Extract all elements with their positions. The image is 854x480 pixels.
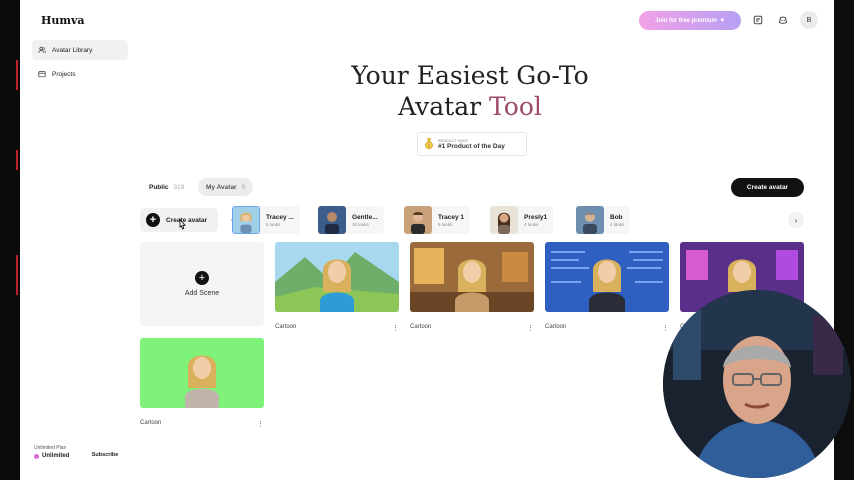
sidebar: Humva Avatar Library Projects Unlimited …: [20, 0, 130, 480]
scene-label: Cartoon: [140, 420, 162, 426]
sidebar-item-label: Avatar Library: [52, 46, 93, 54]
hero-line-2-accent: Tool: [489, 92, 542, 121]
scene-card[interactable]: Cartoon ⋮: [545, 242, 669, 332]
tab-public[interactable]: Public 319: [141, 178, 192, 196]
plan-dot-icon: [34, 453, 39, 459]
avatar-thumbnail: [318, 206, 346, 234]
scene-label: Cartoon: [545, 324, 567, 330]
subscribe-button[interactable]: Subscribe: [84, 448, 126, 462]
plan-title: Unlimited Plan: [34, 445, 67, 451]
discord-icon[interactable]: [776, 13, 790, 27]
tab-count: 9: [241, 183, 246, 191]
avatar-looks: 5 looks: [438, 221, 453, 227]
avatar-looks: 5 looks: [266, 221, 281, 227]
scene-label: Cartoon: [275, 324, 297, 330]
plus-icon: +: [195, 271, 209, 285]
avatar-thumbnail: [232, 206, 260, 234]
more-options-icon[interactable]: ⋮: [662, 324, 669, 332]
plan-info: Unlimited Plan Unlimited: [34, 445, 69, 459]
scene-card[interactable]: Cartoon ⋮: [140, 338, 264, 428]
avatar-item[interactable]: Tracey ... 5 looks: [232, 206, 300, 234]
app-logo[interactable]: Humva: [41, 14, 85, 27]
scene-card[interactable]: Cartoon ⋮: [410, 242, 534, 332]
left-screen-edge: [0, 0, 20, 480]
sidebar-item-projects[interactable]: Projects: [32, 64, 128, 84]
medal-icon: 1: [425, 138, 433, 150]
avatar-thumbnail: [576, 206, 604, 234]
avatar-item[interactable]: Tracey 15 looks: [404, 206, 471, 234]
add-scene-card[interactable]: + Add Scene: [140, 242, 264, 326]
sidebar-item-label: Projects: [52, 70, 76, 78]
tab-label: Public: [149, 183, 169, 191]
avatar-item[interactable]: Presly1 4 looks: [490, 206, 554, 234]
tag-icon[interactable]: [751, 13, 765, 27]
avatar-name: Bob: [610, 213, 623, 221]
mouse-cursor-icon: [179, 218, 186, 230]
tab-label: My Avatar: [206, 183, 237, 191]
plan-value: Unlimited: [42, 453, 70, 459]
plus-icon: +: [146, 213, 160, 227]
create-avatar-button[interactable]: Create avatar: [731, 178, 804, 197]
more-options-icon[interactable]: ⋮: [257, 420, 264, 428]
avatar-name: Gentle...: [352, 213, 378, 221]
join-premium-label: Join for free premium: [655, 17, 717, 24]
sidebar-item-avatar-library[interactable]: Avatar Library: [32, 40, 128, 60]
tab-count: 319: [173, 183, 185, 191]
hero-title: Your Easiest Go-To Avatar Tool: [280, 60, 660, 122]
add-scene-label: Add Scene: [184, 290, 220, 297]
users-icon: [38, 46, 46, 53]
chevron-right-icon[interactable]: ›: [788, 212, 804, 228]
scene-card[interactable]: Cartoon ⋮: [275, 242, 399, 332]
join-premium-button[interactable]: Join for free premium ✦: [639, 11, 741, 30]
hero-line-2-plain: Avatar: [398, 92, 482, 121]
avatar-name: Tracey 1: [438, 213, 465, 221]
avatar-thumbnail: [490, 206, 518, 234]
badge-big-text: #1 Product of the Day: [438, 142, 505, 150]
user-avatar[interactable]: B: [800, 11, 818, 29]
sparkle-icon: ✦: [719, 18, 725, 24]
scene-thumbnail-mountain: [275, 242, 399, 312]
tab-my-avatar[interactable]: My Avatar 9: [198, 178, 254, 196]
scene-label: Cartoon: [410, 324, 432, 330]
hero-line-1: Your Easiest Go-To: [351, 61, 589, 90]
avatar-item[interactable]: Gentle... 10 looks: [318, 206, 384, 234]
more-options-icon[interactable]: ⋮: [392, 324, 399, 332]
scene-thumbnail-green-screen: [140, 338, 264, 408]
avatar-looks: 10 looks: [352, 221, 369, 227]
product-hunt-badge[interactable]: 1 PRODUCT HUNT #1 Product of the Day: [417, 132, 527, 156]
folder-icon: [38, 71, 46, 78]
avatar-name: Tracey ...: [266, 213, 294, 221]
avatar-item[interactable]: Bob 4 looks: [576, 206, 631, 234]
avatar-name: Presly1: [524, 213, 548, 221]
presenter-webcam-overlay: [663, 290, 851, 478]
more-options-icon[interactable]: ⋮: [527, 324, 534, 332]
avatar-thumbnail: [404, 206, 432, 234]
scene-thumbnail-cozy-room: [410, 242, 534, 312]
avatar-looks: 4 looks: [524, 221, 539, 227]
scene-thumbnail-code: [545, 242, 669, 312]
avatar-looks: 4 looks: [610, 221, 625, 227]
